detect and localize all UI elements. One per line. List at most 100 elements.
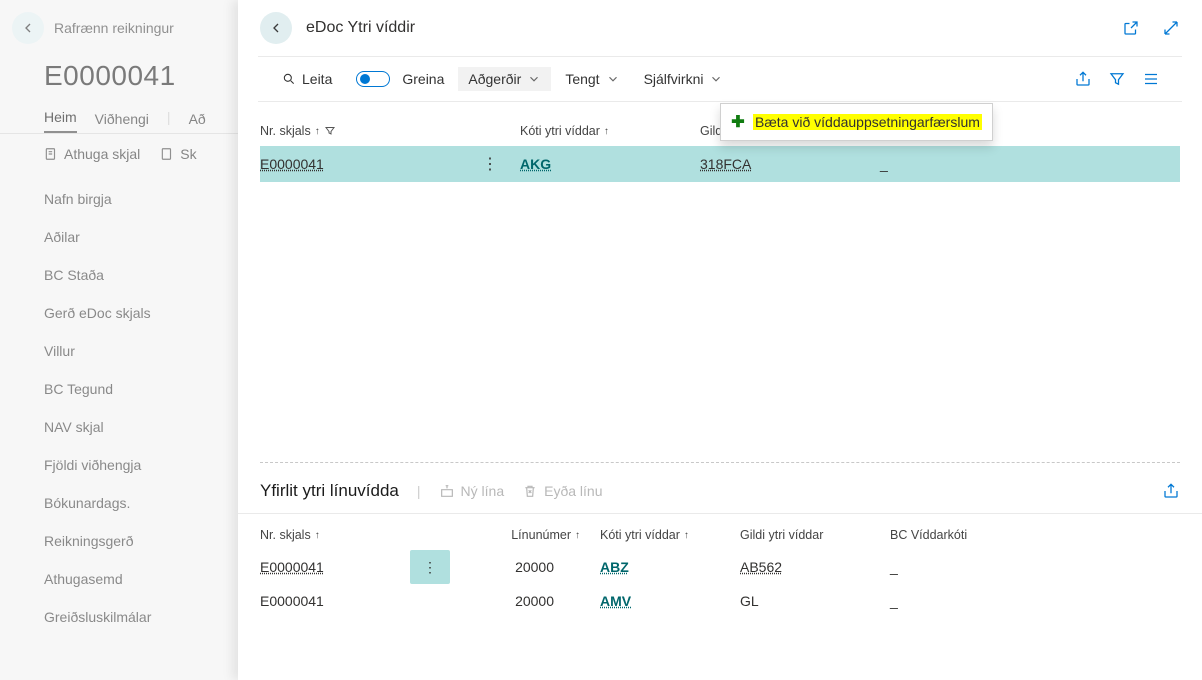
cell-bc-dim-code[interactable]: _ [880,156,1060,172]
table-row[interactable]: E0000041 ⋮ 20000 ABZ AB562 _ [238,550,1202,584]
add-dimension-entries-action[interactable]: ✚ Bæta við víddauppsetningarfærslum [721,108,992,136]
toolbar-analyze-label: Greina [402,71,444,87]
cell2-doc-no[interactable]: E0000041 [260,593,420,609]
toolbar-analyze[interactable]: Greina [346,67,454,91]
cell-ext-dim-code[interactable]: AKG [520,156,700,172]
field-item[interactable]: Greiðsluskilmálar [44,598,238,636]
toolbar-search[interactable]: Leita [272,67,342,91]
toolbar-related-label: Tengt [565,71,599,87]
col2-doc-no[interactable]: Nr. skjals ↑ [260,528,420,542]
col2-ext-dim-value-label: Gildi ytri víddar [740,528,823,542]
sort-asc-icon: ↑ [684,530,689,541]
col-ext-dim-code[interactable]: Kóti ytri víddar ↑ [520,124,700,138]
filter-icon[interactable] [1108,70,1126,88]
bottom-toolbar: Yfirlit ytri línuvídda | Ný lína Eyða lí… [238,463,1202,514]
field-item[interactable]: Gerð eDoc skjals [44,294,238,332]
cell2-ext-dim-value[interactable]: GL [740,593,890,609]
cell2-bc-dim-code[interactable]: _ [890,593,1030,609]
field-item[interactable]: NAV skjal [44,408,238,446]
chevron-down-icon [709,72,723,86]
col-doc-no[interactable]: Nr. skjals ↑ [260,124,460,138]
back-button[interactable] [260,12,292,44]
check-document-label: Athuga skjal [64,146,140,162]
list-icon[interactable] [1142,70,1160,88]
tab-attachments[interactable]: Viðhengi [95,111,149,133]
chevron-down-icon [527,72,541,86]
col2-ext-dim-value[interactable]: Gildi ytri víddar [740,528,890,542]
analyze-toggle[interactable] [356,71,390,87]
actions-dropdown: ✚ Bæta við víddauppsetningarfærslum [720,103,993,141]
share-icon[interactable] [1074,70,1092,88]
col2-line-no-label: Línunúmer [511,528,571,542]
col2-line-no[interactable]: Línunúmer ↑ [440,528,580,542]
page-title: eDoc Ytri víddir [306,19,1122,37]
cell2-line-no[interactable]: 20000 [440,593,580,609]
sort-asc-icon: ↑ [315,126,320,137]
toolbar-actions[interactable]: Aðgerðir [458,67,551,91]
cell2-ext-dim-code[interactable]: AMV [580,593,740,609]
col2-doc-no-label: Nr. skjals [260,528,311,542]
cell-doc-no[interactable]: E0000041 [260,156,460,172]
expand-icon[interactable] [1162,19,1180,37]
cell2-bc-dim-code[interactable]: _ [890,559,1030,575]
row-more-icon[interactable]: ⋮ [460,154,520,174]
detail-tabs: Heim Viðhengi | Að [0,106,238,134]
tab-home[interactable]: Heim [44,109,77,133]
toolbar-actions-label: Aðgerðir [468,71,521,87]
popout-icon[interactable] [1122,19,1140,37]
col2-bc-dim-code-label: BC Víddarkóti [890,528,967,542]
column-filter-icon[interactable] [324,125,336,137]
document-number: E0000041 [0,56,238,106]
cell2-line-no[interactable]: 20000 [440,559,580,575]
tab-more[interactable]: Að [189,111,206,133]
field-item[interactable]: BC Staða [44,256,238,294]
col2-ext-dim-code[interactable]: Kóti ytri víddar ↑ [580,528,740,542]
field-item[interactable]: Aðilar [44,218,238,256]
sk-action[interactable]: Sk [160,146,196,162]
col-doc-no-label: Nr. skjals [260,124,311,138]
field-item[interactable]: Bókunardags. [44,484,238,522]
new-line-label: Ný lína [461,483,505,499]
chevron-down-icon [606,72,620,86]
bottom-table-header: Nr. skjals ↑ Línunúmer ↑ Kóti ytri vídda… [238,514,1202,550]
col2-bc-dim-code[interactable]: BC Víddarkóti [890,528,1030,542]
sk-label: Sk [180,146,196,162]
field-item[interactable]: Villur [44,332,238,370]
table-row[interactable]: E0000041 ⋮ AKG 318FCA _ [260,146,1180,182]
cell2-doc-no[interactable]: E0000041 [260,559,420,575]
cell2-ext-dim-code[interactable]: ABZ [580,559,740,575]
sort-asc-icon: ↑ [315,530,320,541]
field-item[interactable]: Athugasemd [44,560,238,598]
table-row[interactable]: E0000041 20000 AMV GL _ [238,584,1202,618]
field-item[interactable]: Fjöldi viðhengja [44,446,238,484]
check-document-action[interactable]: Athuga skjal [44,146,140,162]
breadcrumb: Rafrænn reikningur [54,20,174,36]
tab-divider: | [167,109,171,131]
new-line-button[interactable]: Ný lína [439,483,505,499]
toolbar-automate-label: Sjálfvirkni [644,71,704,87]
field-item[interactable]: Nafn birgja [44,180,238,218]
field-item[interactable]: Reikningsgerð [44,522,238,560]
field-item[interactable]: BC Tegund [44,370,238,408]
toolbar-search-label: Leita [302,71,332,87]
toolbar-automate[interactable]: Sjálfvirkni [634,67,734,91]
modal-page: eDoc Ytri víddir Leita Greina Aðgerðir T… [238,0,1202,680]
toolbar: Leita Greina Aðgerðir Tengt Sjálfvirkni [258,56,1182,102]
toolbar-related[interactable]: Tengt [555,67,629,91]
back-button-left[interactable] [12,12,44,44]
sort-asc-icon: ↑ [604,126,609,137]
background-detail-page: Rafrænn reikningur E0000041 Heim Viðheng… [0,0,238,680]
bottom-title: Yfirlit ytri línuvídda [260,481,399,501]
cell2-ext-dim-value[interactable]: AB562 [740,559,890,575]
add-dimension-entries-label: Bæta við víddauppsetningarfærslum [753,114,982,130]
cell-ext-dim-value[interactable]: 318FCA [700,156,880,172]
delete-line-button[interactable]: Eyða línu [522,483,602,499]
col-ext-dim-code-label: Kóti ytri víddar [520,124,600,138]
field-list: Nafn birgja Aðilar BC Staða Gerð eDoc sk… [0,172,238,636]
plus-icon: ✚ [731,112,745,132]
separator: | [417,483,421,499]
modal-header: eDoc Ytri víddir [238,0,1202,56]
delete-line-label: Eyða línu [544,483,602,499]
col2-ext-dim-code-label: Kóti ytri víddar [600,528,680,542]
share-icon[interactable] [1162,482,1180,500]
